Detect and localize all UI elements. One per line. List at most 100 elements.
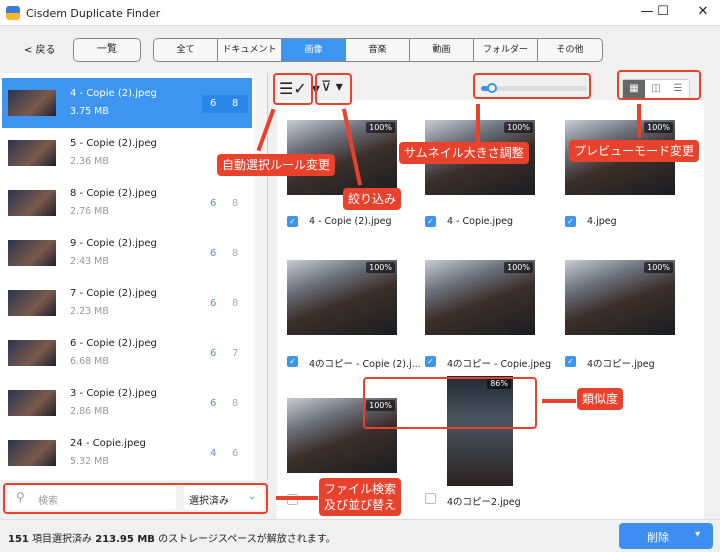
callout-filter: 絞り込み (343, 188, 402, 210)
list-item[interactable]: 5 - Copie (2).jpeg 2.36 MB (2, 128, 252, 178)
list-button[interactable]: 一覧 (73, 38, 141, 62)
list-item[interactable]: 24 - Copie.jpeg 5.32 MB 4 6 (2, 428, 252, 478)
file-name: 4 - Copie (2).jpeg (70, 88, 157, 99)
select-checkbox[interactable]: ✓ (565, 216, 576, 227)
tab-images[interactable]: 画像 (282, 39, 346, 61)
count-a: 6 (210, 398, 217, 409)
list-item[interactable]: 7 - Copie (2).jpeg 2.23 MB 6 8 (2, 278, 252, 328)
file-name: 9 - Copie (2).jpeg (70, 238, 157, 249)
delete-label: 削除 (647, 531, 669, 544)
callout-thumb-size: サムネイル大きさ調整 (399, 142, 529, 164)
maximize-button[interactable]: ☐ (648, 4, 678, 22)
annotation-arrow (476, 104, 480, 144)
similarity-badge: 100% (644, 262, 673, 273)
thumbnail (8, 90, 56, 116)
count-b: 8 (232, 98, 239, 109)
list-item[interactable]: 6 - Copie (2).jpeg 6.68 MB 6 7 (2, 328, 252, 378)
close-button[interactable]: ✕ (688, 4, 718, 22)
image-thumbnail[interactable]: 100% (287, 260, 397, 335)
select-checkbox[interactable]: ✓ (565, 356, 576, 367)
callout-preview-mode: プレビューモード変更 (569, 140, 700, 162)
count-a: 6 (210, 98, 217, 109)
tab-other[interactable]: その他 (538, 39, 602, 61)
image-thumbnail[interactable]: 100% (565, 260, 675, 335)
annotation-arrow (276, 496, 318, 500)
tab-video[interactable]: 動画 (410, 39, 474, 61)
image-label: 4のコピー - Copie.jpeg (447, 359, 552, 370)
delete-button[interactable]: 削除 ▾ (619, 523, 713, 549)
count-a: 6 (210, 298, 217, 309)
image-label: 4 - Copie (2).jpeg (309, 216, 392, 227)
thumbnail (8, 190, 56, 216)
list-item[interactable]: 9 - Copie (2).jpeg 2.43 MB 6 8 (2, 228, 252, 278)
select-checkbox[interactable] (425, 493, 436, 504)
image-label: 4のコピー2.jpeg (447, 497, 521, 508)
callout-similarity: 類似度 (577, 388, 624, 410)
grid-scrollbar[interactable] (705, 100, 719, 519)
status-message: のストレージスペースが解放されます。 (158, 534, 336, 545)
file-name: 24 - Copie.jpeg (70, 438, 146, 449)
selected-label: 項目選択済み (32, 534, 93, 545)
file-size: 2.36 MB (70, 156, 109, 167)
select-checkbox[interactable]: ✓ (287, 356, 298, 367)
dropdown-arrow-icon[interactable]: ▾ (695, 529, 700, 540)
file-size: 2.43 MB (70, 256, 109, 267)
thumbnail (8, 440, 56, 466)
annotation-box-slider (473, 73, 591, 99)
annotation-box-view-mode (617, 70, 701, 100)
similarity-badge: 100% (644, 122, 673, 133)
annotation-arrow (637, 104, 641, 138)
annotation-box-similarity (363, 377, 537, 429)
thumbnail (8, 340, 56, 366)
callout-auto-select: 自動選択ルール変更 (217, 154, 336, 176)
similarity-badge: 100% (504, 122, 533, 133)
thumbnail (8, 390, 56, 416)
count-b: 8 (232, 248, 239, 259)
list-item[interactable]: 4 - Copie (2).jpeg 3.75 MB 6 8 (2, 78, 252, 128)
list-item[interactable]: 3 - Copie (2).jpeg 2.86 MB 6 8 (2, 378, 252, 428)
back-button[interactable]: < 戻る (24, 41, 56, 56)
toolbar: < 戻る 一覧 全て ドキュメント 画像 音楽 動画 フォルダー その他 (0, 27, 720, 72)
thumbnail (8, 290, 56, 316)
annotation-box-filter (315, 73, 352, 105)
file-name: 7 - Copie (2).jpeg (70, 288, 157, 299)
duplicate-group-list: 4 - Copie (2).jpeg 3.75 MB 6 8 5 - Copie… (0, 73, 268, 480)
file-size: 2.86 MB (70, 406, 109, 417)
select-checkbox[interactable]: ✓ (287, 216, 298, 227)
category-tabs: 全て ドキュメント 画像 音楽 動画 フォルダー その他 (153, 38, 603, 62)
freed-size: 213.95 MB (95, 534, 155, 545)
callout-search-sort: ファイル検索 及び並び替え (319, 478, 402, 516)
count-a: 6 (210, 348, 217, 359)
count-badge (202, 95, 248, 113)
count-a: 6 (210, 248, 217, 259)
select-checkbox[interactable]: ✓ (425, 216, 436, 227)
file-size: 2.23 MB (70, 306, 109, 317)
count-b: 6 (232, 448, 239, 459)
list-item[interactable]: 8 - Copie (2).jpeg 2.76 MB 6 8 (2, 178, 252, 228)
count-b: 8 (232, 198, 239, 209)
select-checkbox[interactable]: ✓ (425, 356, 436, 367)
file-name: 6 - Copie (2).jpeg (70, 338, 157, 349)
image-thumbnail[interactable]: 100% (425, 260, 535, 335)
tab-music[interactable]: 音楽 (346, 39, 410, 61)
count-b: 8 (232, 298, 239, 309)
similarity-badge: 100% (504, 262, 533, 273)
thumbnail (8, 240, 56, 266)
similarity-badge: 100% (366, 122, 395, 133)
title-bar: Cisdem Duplicate Finder — ☐ ✕ (0, 0, 720, 26)
similarity-badge: 100% (366, 262, 395, 273)
annotation-box-search (3, 483, 268, 514)
thumbnail (8, 140, 56, 166)
image-label: 4のコピー.jpeg (587, 359, 655, 370)
tab-documents[interactable]: ドキュメント (218, 39, 282, 61)
file-name: 8 - Copie (2).jpeg (70, 188, 157, 199)
count-a: 6 (210, 198, 217, 209)
image-label: 4 - Copie.jpeg (447, 216, 514, 227)
annotation-arrow (542, 399, 576, 403)
image-label: 4のコピー - Copie (2).j... (309, 359, 421, 370)
file-size: 5.32 MB (70, 456, 109, 467)
tab-folders[interactable]: フォルダー (474, 39, 538, 61)
file-size: 6.68 MB (70, 356, 109, 367)
tab-all[interactable]: 全て (154, 39, 218, 61)
app-icon (6, 6, 20, 20)
